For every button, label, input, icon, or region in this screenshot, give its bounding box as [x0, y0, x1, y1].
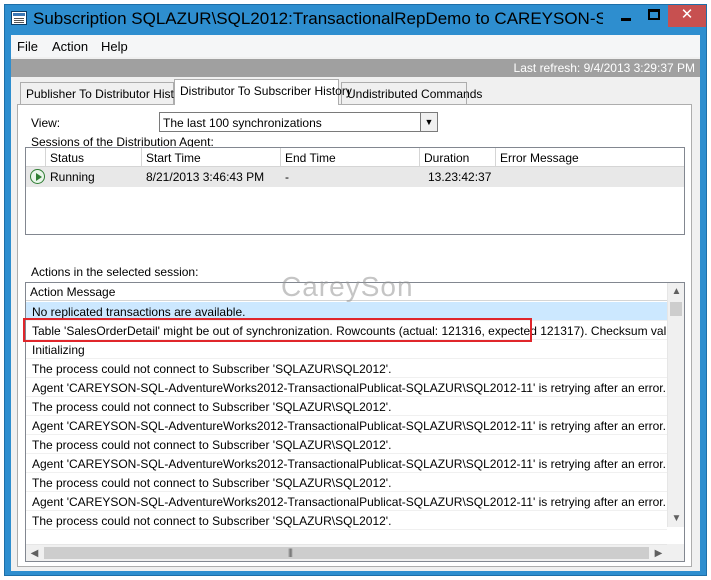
vertical-scrollbar[interactable]: ▲ ▼	[667, 283, 684, 527]
minimize-button[interactable]	[612, 5, 640, 27]
last-refresh-text: Last refresh: 9/4/2013 3:29:37 PM	[513, 61, 695, 75]
view-select-value: The last 100 synchronizations	[163, 116, 322, 130]
run-icon	[30, 169, 45, 184]
chevron-down-icon[interactable]: ▼	[420, 113, 437, 131]
close-icon: ✕	[680, 6, 694, 23]
tab-distributor-to-subscriber[interactable]: Distributor To Subscriber History	[174, 79, 352, 105]
list-item[interactable]: Agent 'CAREYSON-SQL-AdventureWorks2012-T…	[26, 454, 667, 473]
column-error-message[interactable]: Error Message	[496, 148, 684, 167]
list-item[interactable]: The process could not connect to Subscri…	[26, 473, 667, 492]
view-label: View:	[31, 116, 61, 130]
menu-bar: File Action Help	[11, 35, 700, 57]
column-end-time[interactable]: End Time	[281, 148, 420, 167]
session-end-time: -	[285, 170, 289, 184]
refresh-bar: Last refresh: 9/4/2013 3:29:37 PM	[11, 59, 700, 77]
minimize-icon	[621, 18, 631, 21]
arrow-down-icon[interactable]: ▼	[668, 510, 684, 527]
window-icon[interactable]	[11, 11, 27, 25]
list-item[interactable]: The process could not connect to Subscri…	[26, 511, 667, 530]
session-start-time: 8/21/2013 3:46:43 PM	[146, 170, 265, 184]
title-bar[interactable]: Subscription SQLAZUR\SQL2012:Transaction…	[5, 5, 706, 35]
list-item[interactable]: The process could not connect to Subscri…	[26, 359, 667, 378]
menu-help[interactable]: Help	[101, 39, 128, 54]
horizontal-scroll-thumb[interactable]	[44, 547, 649, 559]
list-item[interactable]: Agent 'CAREYSON-SQL-AdventureWorks2012-T…	[26, 378, 667, 397]
client-area: File Action Help Last refresh: 9/4/2013 …	[11, 35, 700, 571]
actions-label: Actions in the selected session:	[31, 265, 199, 279]
session-status: Running	[50, 170, 95, 184]
column-status[interactable]: Status	[46, 148, 142, 167]
close-button[interactable]: ✕	[668, 5, 706, 27]
arrow-right-icon[interactable]: ▶	[650, 545, 667, 561]
scrollbar-corner	[667, 544, 684, 561]
list-item[interactable]: The process could not connect to Subscri…	[26, 397, 667, 416]
watermark: CareySon	[281, 271, 414, 302]
arrow-left-icon[interactable]: ◀	[26, 545, 43, 561]
horizontal-scrollbar[interactable]: ◀ ||| ▶	[26, 544, 667, 561]
sessions-grid[interactable]: Status Start Time End Time Duration Erro…	[25, 147, 685, 235]
vertical-scroll-thumb[interactable]	[670, 302, 682, 316]
column-duration[interactable]: Duration	[420, 148, 496, 167]
session-duration: 13.23:42:37	[428, 170, 492, 184]
list-item[interactable]: Agent 'CAREYSON-SQL-AdventureWorks2012-T…	[26, 492, 667, 511]
list-item[interactable]: Agent 'CAREYSON-SQL-AdventureWorks2012-T…	[26, 416, 667, 435]
tab-undistributed-commands[interactable]: Undistributed Commands	[341, 82, 482, 104]
list-item[interactable]: The process could not connect to Subscri…	[26, 435, 667, 454]
arrow-up-icon[interactable]: ▲	[668, 283, 684, 300]
maximize-icon	[648, 9, 660, 20]
tab-publisher-to-distributor[interactable]: Publisher To Distributor History	[20, 82, 191, 104]
table-row[interactable]: Running 8/21/2013 3:46:43 PM - 13.23:42:…	[26, 167, 684, 187]
row-header-column	[26, 148, 46, 167]
menu-action[interactable]: Action	[52, 39, 88, 54]
column-start-time[interactable]: Start Time	[142, 148, 281, 167]
highlight-annotation-box	[23, 318, 532, 342]
window-title: Subscription SQLAZUR\SQL2012:Transaction…	[33, 9, 603, 28]
menu-file[interactable]: File	[17, 39, 38, 54]
maximize-button[interactable]	[640, 5, 668, 27]
view-select[interactable]: The last 100 synchronizations ▼	[159, 112, 438, 132]
list-item[interactable]: Initializing	[26, 340, 667, 359]
scroll-grip-icon: |||	[288, 547, 293, 557]
